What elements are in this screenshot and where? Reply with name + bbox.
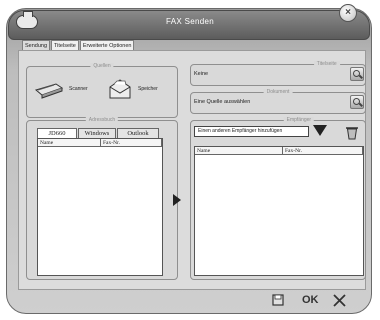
x-icon[interactable] <box>333 294 346 307</box>
cover-value: Keine <box>194 71 209 77</box>
trash-icon[interactable] <box>345 126 359 140</box>
envelope-icon[interactable] <box>107 76 133 102</box>
recipients-group-label: Empfänger <box>283 117 315 123</box>
address-book-group-label: Adressbuch <box>85 117 119 123</box>
tab-erweiterte-optionen[interactable]: Erweiterte Optionen <box>79 40 135 50</box>
recipients-list[interactable]: Name Fax-Nr. <box>194 146 364 276</box>
search-icon[interactable] <box>350 67 364 81</box>
sources-group-label: Quellen <box>90 63 114 69</box>
scanner-icon[interactable] <box>34 78 64 100</box>
column-header-name[interactable]: Name <box>195 147 283 155</box>
document-value: Eine Quelle auswählen <box>194 99 251 105</box>
column-header-fax[interactable]: Fax-Nr. <box>101 139 162 147</box>
close-icon[interactable]: × <box>339 4 357 22</box>
arrow-right-icon[interactable] <box>172 194 182 206</box>
tab-titelseite[interactable]: Titelseite <box>51 40 79 50</box>
cover-group: Titelseite <box>190 61 366 86</box>
ok-button[interactable]: OK <box>302 294 319 306</box>
column-header-name[interactable]: Name <box>38 139 101 147</box>
scanner-label[interactable]: Scanner <box>69 86 88 92</box>
memory-label[interactable]: Speicher <box>138 86 158 92</box>
document-group-label: Dokument <box>263 89 293 95</box>
triangle-down-icon[interactable] <box>313 125 327 136</box>
column-header-fax[interactable]: Fax-Nr. <box>283 147 363 155</box>
cover-group-label: Titelseite <box>313 61 340 67</box>
recipient-combo[interactable]: Einen anderen Empfänger hinzufügen <box>194 126 309 137</box>
search-icon[interactable] <box>350 95 364 109</box>
save-icon[interactable] <box>272 294 284 306</box>
fax-window: FAX Senden × Sendung Titelseite Erweiter… <box>0 0 380 320</box>
window-title: FAX Senden <box>166 17 214 26</box>
address-book-list[interactable]: Name Fax-Nr. <box>37 138 163 276</box>
